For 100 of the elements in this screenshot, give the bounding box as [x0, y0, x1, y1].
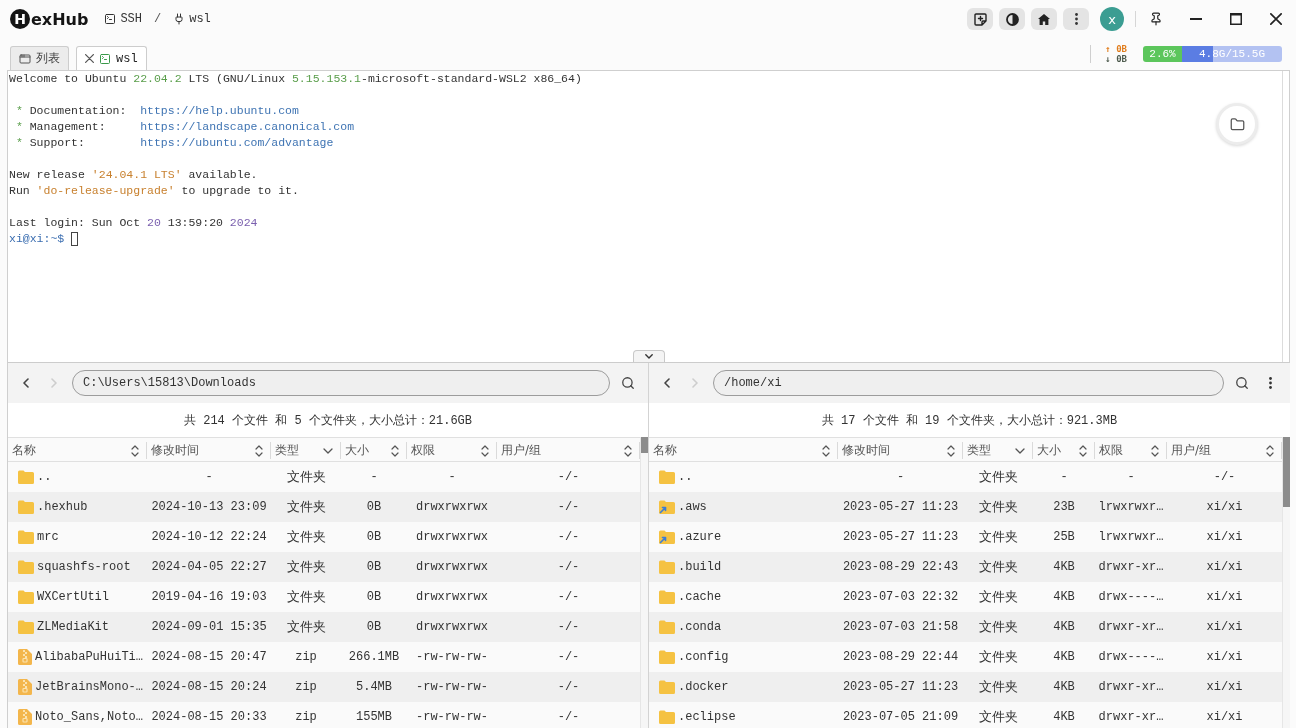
- table-cell-text: 2024-04-05 22:27: [150, 559, 268, 576]
- file-name: AlibabaPuHuiTi…: [35, 650, 144, 664]
- folder-icon: [659, 590, 675, 604]
- scrollbar-thumb[interactable]: [1283, 437, 1290, 507]
- table-cell-text: -rw-rw-rw-: [415, 709, 489, 726]
- table-cell-text: drwxrwxrwx: [415, 619, 489, 636]
- table-cell-text: 2023-07-03 22:32: [841, 589, 960, 606]
- table-cell-text: -: [447, 469, 457, 486]
- terminal-line: New release '24.04.1 LTS' available.: [9, 167, 258, 183]
- column-header[interactable]: 类型: [271, 442, 341, 459]
- toolbar-button[interactable]: [967, 8, 993, 30]
- chevron-down-icon: [645, 354, 653, 359]
- folder-link-icon: [659, 500, 675, 514]
- file-row[interactable]: .aws 2023-05-27 11:23 文件夹 23B lrwxrwxr… xi/xi: [649, 492, 1282, 522]
- file-row[interactable]: ZLMediaKit 2024-09-01 15:35 文件夹 0B drwxrwxrwx -/-: [8, 612, 640, 642]
- file-row[interactable]: .hexhub 2024-10-13 23:09 文件夹 0B drwxrwxrwx -/-: [8, 492, 640, 522]
- folder-icon: [18, 500, 34, 514]
- file-name: Noto_Sans,Noto…: [35, 710, 144, 724]
- table-cell-text: 266.1MB: [347, 649, 401, 666]
- plug-icon: [173, 13, 186, 25]
- folder-summary: 共 214 个文件 和 5 个文件夹，大小总计：21.6GB: [184, 412, 472, 429]
- terminal-line: Run 'do-release-upgrade' to upgrade to it.: [9, 183, 299, 199]
- close-icon[interactable]: [85, 54, 94, 63]
- terminal-line: * Support: https://ubuntu.com/advantage: [14, 135, 334, 151]
- table-cell-text: 2023-08-29 22:44: [841, 649, 960, 666]
- table-cell-text: 4KB: [1052, 679, 1076, 696]
- column-header[interactable]: 权限: [1095, 442, 1167, 459]
- collapse-button[interactable]: [633, 350, 665, 362]
- column-header[interactable]: 大小: [1033, 442, 1095, 459]
- table-cell-text: 2023-05-27 11:23: [841, 499, 960, 516]
- table-cell-text: xi/xi: [1205, 559, 1244, 576]
- file-name: .docker: [678, 680, 729, 694]
- file-name: .config: [678, 650, 729, 664]
- zip-file-icon: [18, 709, 32, 725]
- file-name: .build: [678, 560, 722, 574]
- close-icon: [1270, 13, 1282, 25]
- table-cell-text: -/-: [1212, 469, 1237, 486]
- file-name: JetBrainsMono-…: [35, 680, 144, 694]
- file-row[interactable]: .build 2023-08-29 22:43 文件夹 4KB drwxr-xr… xi/xi: [649, 552, 1282, 582]
- note-icon: [973, 12, 987, 26]
- column-header[interactable]: 名称: [8, 442, 147, 459]
- table-cell-text: 2023-08-29 22:43: [841, 559, 960, 576]
- folder-icon: [659, 680, 675, 694]
- path-field[interactable]: C:\Users\15813\Downloads: [72, 370, 610, 396]
- file-name: .aws: [678, 500, 707, 514]
- table-cell-text: 文件夹: [285, 528, 327, 546]
- terminal-icon: [99, 52, 111, 65]
- column-header[interactable]: 权限: [407, 442, 497, 459]
- file-name: ..: [678, 470, 693, 484]
- column-header[interactable]: 类型: [963, 442, 1033, 459]
- table-cell-text: 2023-07-05 21:09: [841, 709, 960, 726]
- table-cell-text: 文件夹: [977, 468, 1019, 486]
- file-row[interactable]: .docker 2023-05-27 11:23 文件夹 4KB drwxr-xr… xi/xi: [649, 672, 1282, 702]
- folder-button[interactable]: [1216, 103, 1258, 145]
- table-cell-text: -/-: [556, 679, 581, 696]
- file-row[interactable]: JetBrainsMono-… 2024-08-15 20:24 zip 5.4MB -rw-rw-rw- -/-: [8, 672, 640, 702]
- file-row[interactable]: squashfs-root 2024-04-05 22:27 文件夹 0B drwxrwxrwx -/-: [8, 552, 640, 582]
- table-cell-text: xi/xi: [1205, 619, 1244, 636]
- table-cell-text: xi/xi: [1205, 589, 1244, 606]
- tab[interactable]: wsl: [76, 46, 147, 70]
- folder-summary: 共 17 个文件 和 19 个文件夹，大小总计：921.3MB: [821, 412, 1118, 429]
- file-name: .hexhub: [37, 500, 88, 514]
- table-cell-text: 文件夹: [285, 588, 327, 606]
- tab[interactable]: 列表: [10, 46, 69, 70]
- table-cell-text: -/-: [556, 499, 581, 516]
- table-cell-text: 0B: [365, 559, 383, 576]
- toolbar-button[interactable]: [1063, 8, 1089, 30]
- file-name: ZLMediaKit: [37, 620, 109, 634]
- column-header[interactable]: 名称: [649, 442, 838, 459]
- toolbar-button[interactable]: [999, 8, 1025, 30]
- table-cell-text: -: [1126, 469, 1136, 486]
- scrollbar-thumb[interactable]: [641, 437, 648, 453]
- breadcrumb-link[interactable]: SSH: [104, 12, 142, 26]
- table-cell-text: 文件夹: [977, 528, 1019, 546]
- table-cell-text: -/-: [556, 469, 581, 486]
- table-cell-text: lrwxrwxr…: [1097, 499, 1165, 516]
- table-cell-text: drwx----…: [1097, 589, 1165, 606]
- table-cell-text: drwxr-xr…: [1097, 619, 1165, 636]
- table-cell-text: -/-: [556, 559, 581, 576]
- terminal-link[interactable]: https://landscape.canonical.com: [140, 120, 355, 133]
- table-cell-text: drwxrwxrwx: [415, 529, 489, 546]
- table-cell-text: xi/xi: [1205, 679, 1244, 696]
- file-row[interactable]: .conda 2023-07-03 21:58 文件夹 4KB drwxr-xr… xi/xi: [649, 612, 1282, 642]
- table-cell-text: -: [204, 469, 214, 486]
- table-cell-text: xi/xi: [1205, 529, 1244, 546]
- column-header[interactable]: 修改时间: [838, 442, 963, 459]
- column-header[interactable]: 修改时间: [147, 442, 271, 459]
- table-cell-text: 文件夹: [977, 678, 1019, 696]
- toolbar-button[interactable]: [1031, 8, 1057, 30]
- table-cell-text: drwxrwxrwx: [415, 589, 489, 606]
- terminal-line: Last login: Sun Oct 20 13:59:20 2024: [9, 215, 258, 231]
- download-speed: ↓ 0B: [1105, 54, 1127, 64]
- path-field[interactable]: /home/xi: [713, 370, 1224, 396]
- table-cell-text: drwxrwxrwx: [415, 559, 489, 576]
- table-cell-text: 2024-08-15 20:24: [150, 679, 268, 696]
- table-cell-text: 文件夹: [285, 558, 327, 576]
- column-header[interactable]: 大小: [341, 442, 407, 459]
- terminal-link[interactable]: https://ubuntu.com/advantage: [140, 136, 334, 149]
- terminal-link[interactable]: https://help.ubuntu.com: [140, 104, 299, 117]
- breadcrumb-link[interactable]: wsl: [173, 12, 211, 26]
